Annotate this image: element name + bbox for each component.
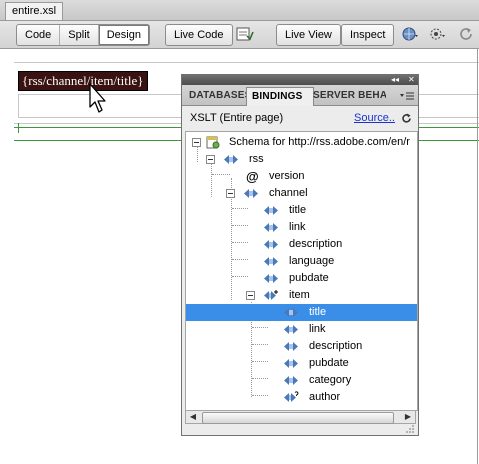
live-view-button[interactable]: Live View bbox=[276, 24, 341, 46]
bindings-panel[interactable]: ◂◂ ✕ DATABASES BINDINGS SERVER BEHA XSLT… bbox=[181, 74, 419, 436]
panel-tab-strip: DATABASES BINDINGS SERVER BEHA bbox=[182, 85, 418, 106]
collapse-toggle[interactable] bbox=[192, 138, 201, 147]
xslt-source-row: XSLT (Entire page) Source.. bbox=[182, 106, 418, 130]
tree-node-item-link[interactable]: link bbox=[186, 321, 417, 338]
split-view-button[interactable]: Split bbox=[60, 25, 99, 45]
attribute-icon: @ bbox=[246, 169, 259, 184]
collapse-toggle[interactable] bbox=[226, 189, 235, 198]
element-icon bbox=[284, 376, 298, 385]
optional-element-icon bbox=[284, 391, 299, 402]
tree-node-channel-link[interactable]: link bbox=[186, 219, 417, 236]
tree-node-label: pubdate bbox=[289, 272, 329, 284]
design-view-button[interactable]: Design bbox=[98, 25, 149, 45]
visual-aids-icon[interactable] bbox=[428, 26, 446, 42]
code-view-button[interactable]: Code bbox=[17, 25, 61, 45]
element-icon bbox=[284, 342, 298, 351]
close-panel-icon[interactable]: ✕ bbox=[408, 75, 415, 85]
scroll-right-icon[interactable]: ▶ bbox=[401, 411, 415, 423]
element-icon bbox=[244, 189, 258, 198]
tree-node-item-description[interactable]: description bbox=[186, 338, 417, 355]
refresh-icon[interactable] bbox=[458, 26, 476, 42]
tab-server-behaviors[interactable]: SERVER BEHA bbox=[308, 87, 386, 105]
document-tab[interactable]: entire.xsl bbox=[5, 2, 64, 20]
scroll-left-icon[interactable]: ◀ bbox=[186, 411, 200, 423]
tree-node-label: link bbox=[289, 221, 306, 233]
dynamic-binding-placeholder[interactable]: {rss/channel/item/title} bbox=[18, 71, 148, 91]
tree-node-label: category bbox=[309, 374, 352, 386]
tree-node-label: Schema for http://rss.adobe.com/en/r bbox=[229, 136, 410, 148]
tree-node-item-category[interactable]: category bbox=[186, 372, 417, 389]
table-width-marker bbox=[18, 123, 19, 133]
scrollbar-thumb[interactable] bbox=[202, 412, 394, 424]
tree-node-channel[interactable]: channel bbox=[186, 185, 417, 202]
live-code-button[interactable]: Live Code bbox=[165, 24, 233, 46]
element-icon bbox=[264, 206, 278, 215]
tree-node-channel-title[interactable]: title bbox=[186, 202, 417, 219]
tree-node-label: link bbox=[309, 323, 326, 335]
tree-node-rss[interactable]: rss bbox=[186, 151, 417, 168]
canvas-edge bbox=[477, 49, 478, 464]
tree-node-label: channel bbox=[269, 187, 308, 199]
repeating-element-icon bbox=[264, 290, 278, 300]
tree-node-label: description bbox=[309, 340, 363, 352]
inspect-button[interactable]: Inspect bbox=[341, 24, 395, 46]
collapse-toggle[interactable] bbox=[206, 155, 215, 164]
tree-node-version[interactable]: @ version bbox=[186, 168, 417, 185]
tab-bindings[interactable]: BINDINGS bbox=[246, 87, 314, 106]
mouse-pointer-icon bbox=[89, 83, 106, 113]
tree-node-label: pubdate bbox=[309, 357, 349, 369]
check-page-icon[interactable] bbox=[236, 26, 254, 42]
tree-node-label: description bbox=[289, 238, 343, 250]
resize-grip-icon[interactable] bbox=[404, 425, 415, 434]
document-toolbar: Code Split Design Live Code Live View In… bbox=[0, 21, 479, 49]
tree-node-schema[interactable]: Schema for http://rss.adobe.com/en/r bbox=[186, 134, 417, 151]
schema-icon bbox=[206, 136, 220, 149]
tab-databases[interactable]: DATABASES bbox=[184, 87, 252, 105]
tree-node-channel-pubdate[interactable]: pubdate bbox=[186, 270, 417, 287]
collapse-panel-icon[interactable]: ◂◂ bbox=[391, 75, 399, 85]
tree-node-item-title[interactable]: title bbox=[186, 304, 417, 321]
tree-node-label: version bbox=[269, 170, 305, 182]
element-icon bbox=[284, 308, 298, 317]
table-border-top bbox=[14, 62, 479, 63]
tree-node-channel-description[interactable]: description bbox=[186, 236, 417, 253]
view-mode-group: Code Split Design bbox=[16, 24, 150, 46]
schema-tree[interactable]: Schema for http://rss.adobe.com/en/r rss… bbox=[185, 131, 418, 411]
collapse-toggle[interactable] bbox=[246, 291, 255, 300]
browser-preview-icon[interactable] bbox=[401, 26, 419, 42]
panel-titlebar[interactable]: ◂◂ ✕ bbox=[182, 75, 418, 85]
document-tab-bar: entire.xsl bbox=[0, 0, 479, 21]
tree-node-label: author bbox=[309, 391, 341, 403]
panel-options-menu-icon[interactable] bbox=[400, 91, 414, 101]
tree-node-channel-language[interactable]: language bbox=[186, 253, 417, 270]
refresh-icon[interactable] bbox=[401, 113, 412, 124]
tree-node-label: item bbox=[289, 289, 310, 301]
element-icon bbox=[264, 240, 278, 249]
source-link[interactable]: Source.. bbox=[354, 112, 395, 124]
tree-node-item-pubdate[interactable]: pubdate bbox=[186, 355, 417, 372]
tree-node-label: title bbox=[289, 204, 307, 216]
xslt-label: XSLT (Entire page) bbox=[190, 112, 284, 124]
tree-node-label: language bbox=[289, 255, 335, 267]
tree-node-label: title bbox=[309, 306, 327, 318]
element-icon bbox=[284, 359, 298, 368]
element-icon bbox=[264, 257, 278, 266]
element-icon bbox=[284, 325, 298, 334]
tree-node-item-author[interactable]: author bbox=[186, 389, 417, 406]
tree-horizontal-scrollbar[interactable]: ◀ ▶ bbox=[185, 410, 416, 424]
tree-node-label: rss bbox=[249, 153, 264, 165]
tree-node-item[interactable]: item bbox=[186, 287, 417, 304]
element-icon bbox=[264, 223, 278, 232]
element-icon bbox=[264, 274, 278, 283]
element-icon bbox=[224, 155, 238, 164]
